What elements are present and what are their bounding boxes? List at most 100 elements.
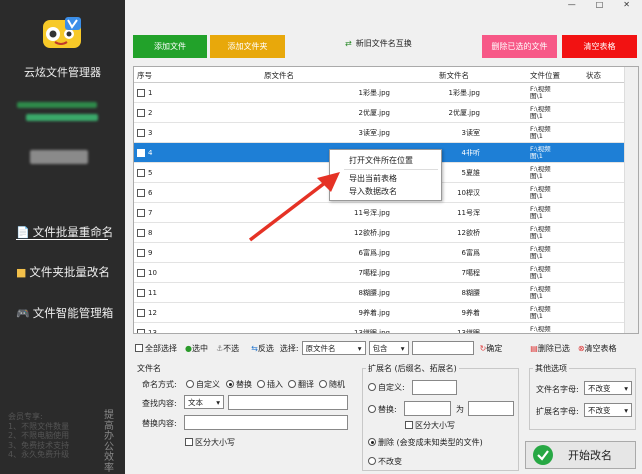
clear-table-small-button[interactable]: ⊗清空表格 xyxy=(578,343,617,354)
ext-find-input[interactable] xyxy=(404,401,451,416)
swap-names-button[interactable]: ⇄ 新旧文件名互换 xyxy=(345,38,412,49)
table-row[interactable]: 10 7噶程.jpg 7噶程 F:\视频 图\1 xyxy=(134,263,624,283)
ext-replace-input[interactable] xyxy=(468,401,514,416)
row-original-name: 13继眠.jpg xyxy=(354,328,390,334)
table-row[interactable]: 1 1彩墨.jpg 1彩墨.jpg F:\视频 图\1 xyxy=(134,83,624,103)
row-new-name: 12欲桥 xyxy=(457,228,480,237)
menu-open-location[interactable]: 打开文件所在位置 xyxy=(349,155,413,166)
choose-label: 选择: xyxy=(279,343,299,353)
add-folder-button[interactable]: 添加文件夹 xyxy=(210,35,285,58)
row-original-name: 8糊腰.jpg xyxy=(358,288,390,297)
context-menu: 打开文件所在位置 导出当前表格 导入数据改名 xyxy=(329,149,442,201)
row-checkbox[interactable] xyxy=(137,288,145,297)
nav-folder-rename[interactable]: ■ 文件夹批量改名 xyxy=(16,264,110,280)
mode-replace-radio[interactable]: 替换 xyxy=(226,379,252,390)
select-all-checkbox[interactable]: 全部选择 xyxy=(135,343,177,354)
row-checkbox[interactable] xyxy=(137,308,145,317)
mode-random-radio[interactable]: 随机 xyxy=(319,379,345,390)
ext-case-checkbox[interactable]: 区分大小写 xyxy=(405,420,455,431)
row-checkbox[interactable] xyxy=(137,128,145,137)
chevron-down-icon: ▾ xyxy=(624,405,628,415)
app-logo-icon xyxy=(43,17,81,48)
row-checkbox[interactable] xyxy=(137,188,145,197)
minimize-button[interactable]: — xyxy=(568,0,576,12)
invert-button[interactable]: ⇆反选 xyxy=(251,343,274,354)
row-location: F:\视频图\1 xyxy=(530,185,551,200)
add-file-button[interactable]: 添加文件 xyxy=(133,35,207,58)
row-checkbox[interactable] xyxy=(137,148,145,157)
ext-custom-radio[interactable]: 自定义: xyxy=(368,382,405,393)
name-case-select[interactable]: 不改变 ▾ xyxy=(584,381,632,395)
row-location: F:\视频图\1 xyxy=(530,325,551,333)
extension-panel-title: 扩展名 (后缀名、拓展名) xyxy=(366,363,459,374)
table-row[interactable]: 3 3读室.jpg 3读室 F:\视频 图\1 xyxy=(134,123,624,143)
nav-file-rename[interactable]: 📄 文件批量重命名 xyxy=(16,224,113,240)
check-circle-icon: ● xyxy=(185,343,192,353)
replace-input[interactable] xyxy=(184,415,348,430)
match-select[interactable]: 包含 ▾ xyxy=(368,341,409,355)
ext-delete-radio[interactable]: 删除 (会变成未知类型的文件) xyxy=(368,437,483,448)
menu-divider xyxy=(344,169,438,170)
mode-insert-radio[interactable]: 插入 xyxy=(257,379,283,390)
delete-selected-button[interactable]: ▤删除已选 xyxy=(530,343,570,354)
delete-selected-files-button[interactable]: 删除已选的文件 xyxy=(482,35,557,58)
find-input[interactable] xyxy=(228,395,348,410)
row-checkbox[interactable] xyxy=(137,228,145,237)
row-location: F:\视频图\1 xyxy=(530,225,551,240)
vertical-scrollbar[interactable] xyxy=(624,67,638,333)
header-location: 文件位置 xyxy=(530,71,560,80)
row-checkbox[interactable] xyxy=(137,328,145,333)
row-checkbox[interactable] xyxy=(137,248,145,257)
chevron-down-icon: ▾ xyxy=(624,383,628,393)
select-button[interactable]: ●选中 xyxy=(185,343,208,354)
table-header: 序号 原文件名 新文件名 文件位置 状态 xyxy=(134,67,624,83)
ext-case-select[interactable]: 不改变 ▾ xyxy=(584,403,632,417)
header-original: 原文件名 xyxy=(264,71,294,80)
row-checkbox[interactable] xyxy=(137,168,145,177)
clear-table-button[interactable]: 清空表格 xyxy=(562,35,637,58)
close-button[interactable]: ✕ xyxy=(623,0,630,12)
mode-custom-radio[interactable]: 自定义 xyxy=(186,379,220,390)
menu-import-rename[interactable]: 导入数据改名 xyxy=(349,186,397,197)
find-type-select[interactable]: 文本 ▾ xyxy=(184,395,224,409)
table-row[interactable]: 13 13继眠.jpg 13继眠 F:\视频图\1 xyxy=(134,323,624,334)
table-row[interactable]: 7 11号浑.jpg 11号浑 F:\视频 图\1 xyxy=(134,203,624,223)
row-index: 5 xyxy=(148,168,153,177)
ext-replace-radio[interactable]: 替换: xyxy=(368,404,397,415)
case-sensitive-checkbox[interactable]: 区分大小写 xyxy=(185,437,235,448)
start-rename-button[interactable]: 开始改名 xyxy=(525,441,636,469)
table-row[interactable]: 11 8糊腰.jpg 8糊腰 F:\视频 图\1 xyxy=(134,283,624,303)
table-row[interactable]: 8 12欲桥.jpg 12欲桥 F:\视频 图\1 xyxy=(134,223,624,243)
invert-icon: ⇆ xyxy=(251,343,258,353)
row-checkbox[interactable] xyxy=(137,268,145,277)
ext-custom-input[interactable] xyxy=(412,380,457,395)
blurred-account-info xyxy=(17,102,97,108)
blurred-account-info xyxy=(30,150,88,164)
header-status: 状态 xyxy=(586,71,601,80)
row-checkbox[interactable] xyxy=(137,108,145,117)
field-select[interactable]: 原文件名 ▾ xyxy=(301,341,366,355)
folder-icon: ■ xyxy=(16,265,27,279)
table-row[interactable]: 2 2优厦.jpg 2优厦.jpg F:\视频 图\1 xyxy=(134,103,624,123)
row-checkbox[interactable] xyxy=(137,88,145,97)
table-row[interactable]: 9 6富爲.jpg 6富爲 F:\视频 图\1 xyxy=(134,243,624,263)
name-case-label: 文件名字母: xyxy=(536,385,579,394)
table-row[interactable]: 12 9养着.jpg 9养着 F:\视频 图\1 xyxy=(134,303,624,323)
confirm-button[interactable]: ↻确定 xyxy=(480,343,503,354)
replace-label: 替换内容: xyxy=(142,419,177,428)
chevron-down-icon: ▾ xyxy=(357,343,362,353)
mode-translate-radio[interactable]: 翻译 xyxy=(288,379,314,390)
row-new-name: 9养着 xyxy=(461,308,480,317)
filter-input[interactable] xyxy=(411,341,474,355)
unselect-button[interactable]: ⚓不选 xyxy=(216,343,239,354)
row-index: 6 xyxy=(148,188,153,197)
ext-no-change-radio[interactable]: 不改变 xyxy=(368,456,402,467)
row-new-name: 8糊腰 xyxy=(461,288,480,297)
nav-file-toolbox[interactable]: 🎮 文件智能管理箱 xyxy=(16,305,113,321)
maximize-button[interactable]: □ xyxy=(596,0,604,12)
row-original-name: 1彩墨.jpg xyxy=(358,88,390,97)
menu-export-table[interactable]: 导出当前表格 xyxy=(349,173,397,184)
row-checkbox[interactable] xyxy=(137,208,145,217)
row-index: 7 xyxy=(148,208,153,217)
find-label: 查找内容: xyxy=(142,399,177,408)
